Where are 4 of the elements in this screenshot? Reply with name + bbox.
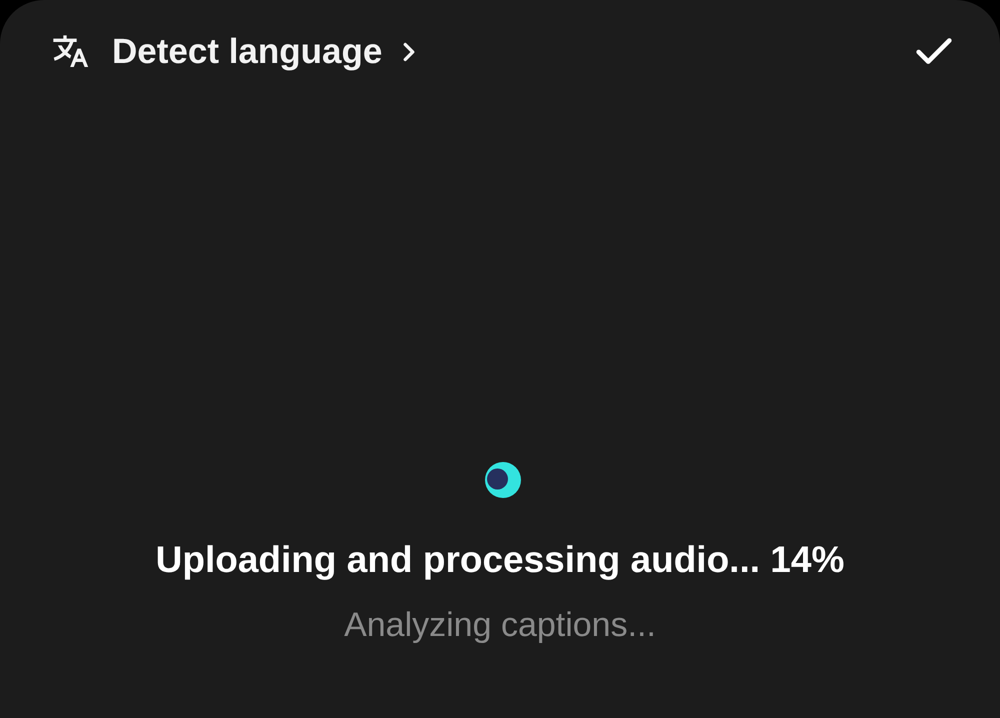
upload-progress-title: Uploading and processing audio... 14%: [156, 538, 844, 582]
loading-spinner-icon: [485, 462, 521, 498]
status-subtitle: Analyzing captions...: [344, 605, 656, 645]
language-selector-button[interactable]: Detect language: [50, 32, 424, 72]
